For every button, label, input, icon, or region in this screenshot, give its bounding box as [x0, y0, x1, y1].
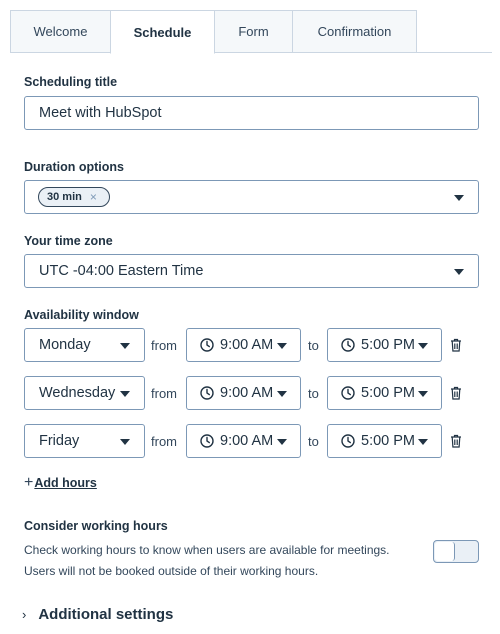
caret-down-icon	[418, 391, 428, 397]
working-hours-toggle[interactable]	[433, 540, 479, 563]
tab-label: Schedule	[133, 24, 192, 40]
duration-options-select[interactable]: 30 min ×	[24, 180, 479, 214]
tab-label: Welcome	[33, 24, 88, 39]
working-hours-description-1: Check working hours to know when users a…	[24, 543, 390, 557]
toggle-knob	[435, 542, 455, 561]
tab-bar: Welcome Schedule Form Confirmation	[10, 10, 492, 54]
end-time-value: 5:00 PM	[361, 337, 415, 353]
tab-welcome[interactable]: Welcome	[10, 10, 111, 53]
from-label: from	[151, 434, 177, 449]
start-time-select[interactable]: 9:00 AM	[186, 424, 301, 458]
caret-down-icon	[120, 439, 130, 445]
caret-down-icon	[277, 391, 287, 397]
start-time-select[interactable]: 9:00 AM	[186, 376, 301, 410]
working-hours-label: Consider working hours	[24, 519, 168, 533]
start-time-value: 9:00 AM	[220, 385, 274, 401]
time-zone-select[interactable]: UTC -04:00 Eastern Time	[24, 254, 479, 288]
working-hours-description-2: Users will not be booked outside of thei…	[24, 564, 319, 578]
additional-settings-label: Additional settings	[38, 606, 174, 623]
clock-icon	[200, 338, 214, 352]
additional-settings-toggle[interactable]: › Additional settings	[22, 606, 173, 623]
clock-icon	[200, 386, 214, 400]
add-hours-button[interactable]: + Add hours	[24, 474, 97, 492]
scheduling-title-value: Meet with HubSpot	[39, 105, 162, 121]
day-select-wednesday[interactable]: Wednesday	[24, 376, 145, 410]
tab-label: Form	[238, 24, 269, 39]
from-label: from	[151, 386, 177, 401]
day-value: Friday	[39, 433, 80, 449]
to-label: to	[308, 338, 319, 353]
tab-schedule[interactable]: Schedule	[110, 10, 215, 54]
caret-down-icon	[454, 269, 464, 275]
to-label: to	[308, 434, 319, 449]
trash-icon[interactable]	[450, 338, 462, 352]
plus-icon: +	[24, 474, 34, 491]
duration-chip-label: 30 min	[47, 191, 82, 203]
caret-down-icon	[418, 343, 428, 349]
caret-down-icon	[120, 391, 130, 397]
from-label: from	[151, 338, 177, 353]
end-time-select[interactable]: 5:00 PM	[327, 328, 442, 362]
caret-down-icon	[120, 343, 130, 349]
clock-icon	[341, 386, 355, 400]
day-value: Wednesday	[39, 385, 116, 401]
availability-window-label: Availability window	[24, 308, 139, 322]
clock-icon	[341, 434, 355, 448]
caret-down-icon	[277, 439, 287, 445]
clock-icon	[200, 434, 214, 448]
chevron-right-icon: ›	[22, 607, 27, 622]
scheduling-title-input[interactable]: Meet with HubSpot	[24, 96, 479, 130]
end-time-value: 5:00 PM	[361, 385, 415, 401]
start-time-select[interactable]: 9:00 AM	[186, 328, 301, 362]
caret-down-icon	[418, 439, 428, 445]
chip-remove-icon[interactable]: ×	[90, 190, 97, 204]
start-time-value: 9:00 AM	[220, 433, 274, 449]
day-value: Monday	[39, 337, 91, 353]
time-zone-label: Your time zone	[24, 234, 113, 248]
end-time-value: 5:00 PM	[361, 433, 415, 449]
time-zone-value: UTC -04:00 Eastern Time	[39, 263, 204, 279]
trash-icon[interactable]	[450, 386, 462, 400]
end-time-select[interactable]: 5:00 PM	[327, 376, 442, 410]
scheduling-title-label: Scheduling title	[24, 75, 118, 89]
tab-form[interactable]: Form	[214, 10, 293, 53]
end-time-select[interactable]: 5:00 PM	[327, 424, 442, 458]
trash-icon[interactable]	[450, 434, 462, 448]
day-select-monday[interactable]: Monday	[24, 328, 145, 362]
duration-chip: 30 min ×	[38, 187, 110, 207]
caret-down-icon	[277, 343, 287, 349]
caret-down-icon	[454, 195, 464, 201]
clock-icon	[341, 338, 355, 352]
start-time-value: 9:00 AM	[220, 337, 274, 353]
tab-confirmation[interactable]: Confirmation	[292, 10, 417, 53]
day-select-friday[interactable]: Friday	[24, 424, 145, 458]
to-label: to	[308, 386, 319, 401]
duration-options-label: Duration options	[24, 160, 124, 174]
add-hours-link[interactable]: Add hours	[34, 476, 97, 490]
tab-label: Confirmation	[317, 24, 392, 39]
